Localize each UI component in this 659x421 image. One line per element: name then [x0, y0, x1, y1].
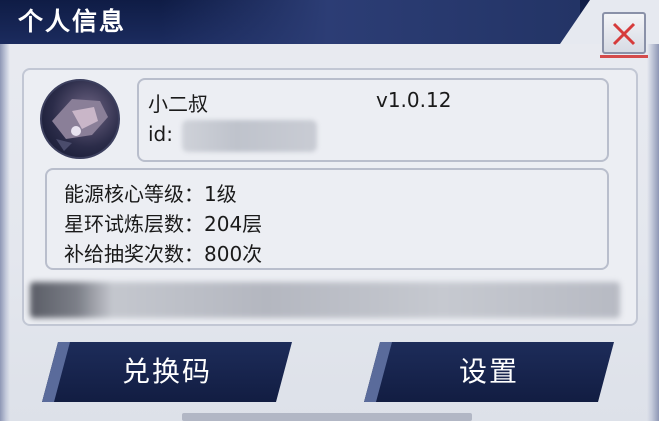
redeem-code-button[interactable]: 兑换码 [42, 342, 292, 402]
stat-supply-draw-count: 补给抽奖次数：800次 [64, 242, 263, 266]
stat-energy-core-level: 能源核心等级：1级 [64, 182, 237, 206]
dialog-title: 个人信息 [18, 7, 127, 36]
avatar[interactable] [40, 79, 120, 159]
close-icon [612, 22, 636, 46]
avatar-image [52, 99, 108, 151]
close-button[interactable] [602, 12, 646, 54]
settings-label: 设置 [458, 355, 519, 388]
panel-edge-left [0, 30, 10, 421]
player-name: 小二叔 [148, 92, 208, 116]
redeem-code-label: 兑换码 [121, 355, 212, 388]
close-button-underline [600, 55, 648, 58]
panel-edge-right [647, 30, 659, 421]
title-bar-accent [160, 0, 580, 44]
id-label: id: [148, 122, 173, 146]
settings-button[interactable]: 设置 [364, 342, 614, 402]
redacted-text-line [30, 282, 620, 318]
bottom-bar [182, 413, 472, 421]
version-label: v1.0.12 [376, 88, 452, 112]
redacted-id [182, 120, 317, 152]
stat-star-ring-floors: 星环试炼层数：204层 [64, 212, 263, 236]
